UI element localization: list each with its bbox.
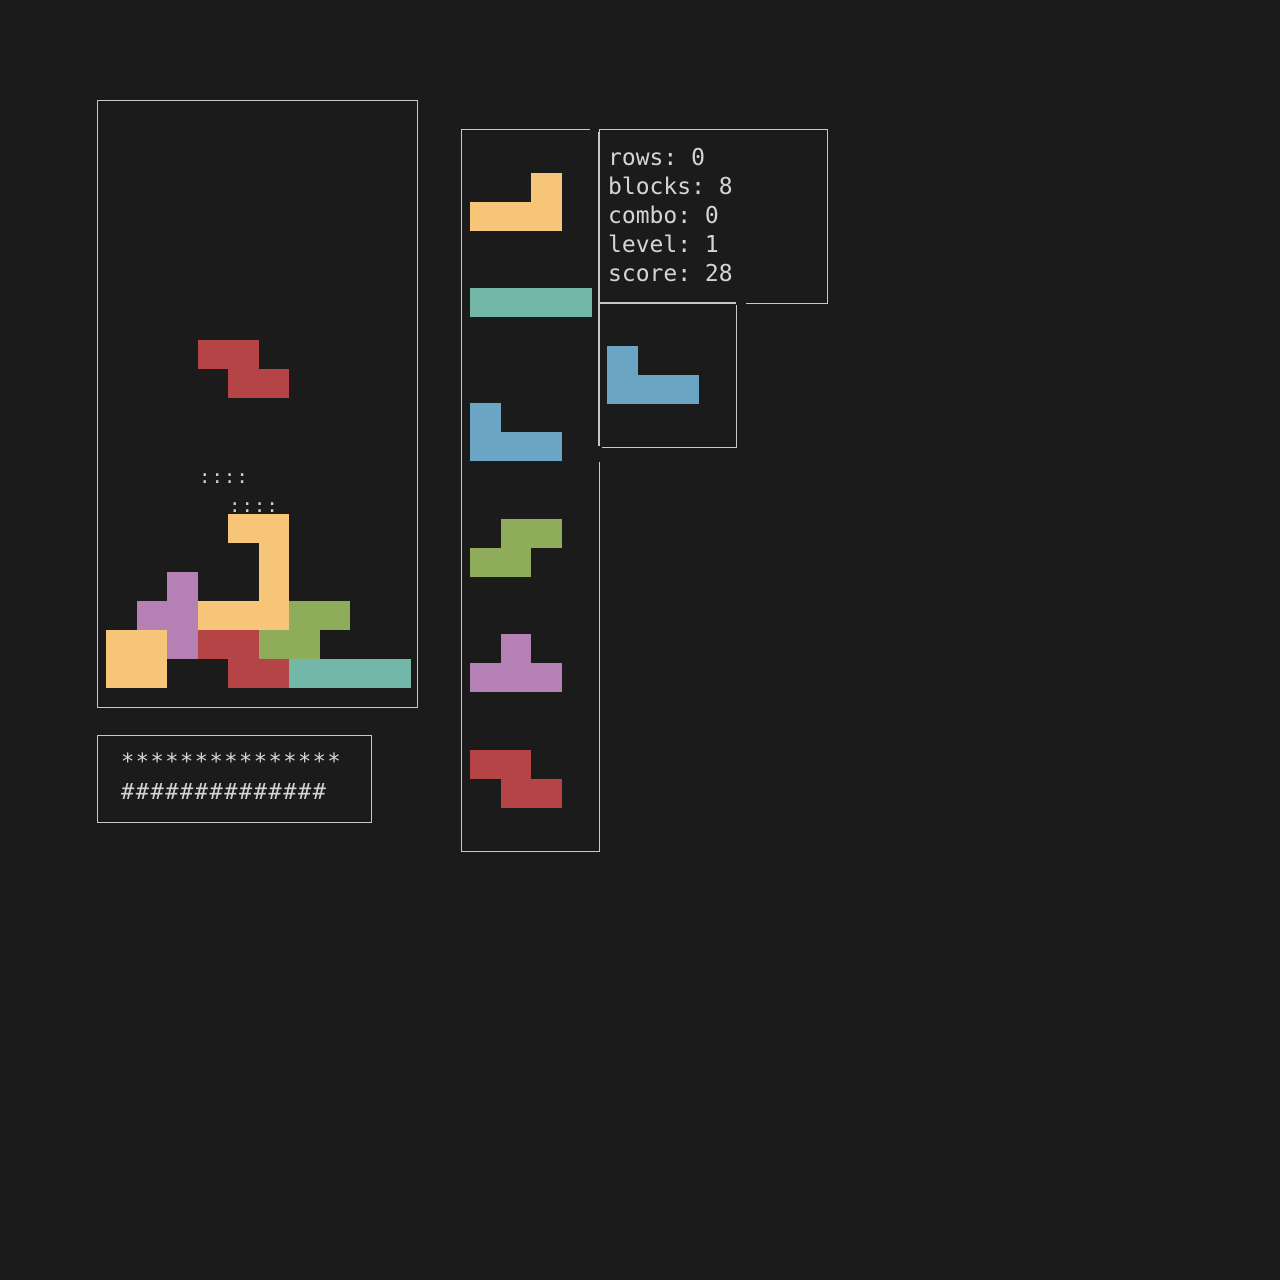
hold-j-tetromino-block-j xyxy=(607,375,638,404)
board-block-z xyxy=(197,630,228,659)
queue-j-tetromino-block-j xyxy=(531,432,562,461)
queue-s-tetromino-block-s xyxy=(500,519,531,548)
meter-line-1: *************** xyxy=(121,750,343,775)
board-block-l xyxy=(258,572,289,601)
queue-t-tetromino-block-t xyxy=(500,634,531,663)
ghost-marker: :::: xyxy=(199,466,249,488)
board-block-i xyxy=(289,659,320,688)
board-block-s xyxy=(289,601,320,630)
board-block-t xyxy=(167,601,198,630)
stat-level: level: 1 xyxy=(608,232,719,258)
board-block-i xyxy=(380,659,411,688)
queue-l-tetromino-block-l xyxy=(531,202,562,231)
queue-s-tetromino-block-s xyxy=(470,548,501,577)
board-block-i xyxy=(350,659,381,688)
ghost-marker: :::: xyxy=(229,495,279,517)
board-block-l xyxy=(258,543,289,572)
board-block-t xyxy=(136,601,167,630)
board-block-o xyxy=(136,630,167,659)
border-gap xyxy=(736,300,746,305)
hold-j-tetromino-block-j xyxy=(668,375,699,404)
queue-t-tetromino-block-t xyxy=(500,663,531,692)
stat-rows: rows: 0 xyxy=(608,145,705,171)
queue-l-tetromino-block-l xyxy=(531,173,562,202)
queue-s-tetromino-block-s xyxy=(500,548,531,577)
queue-z-tetromino-block-z xyxy=(500,779,531,808)
board-block-z xyxy=(258,659,289,688)
queue-t-tetromino-block-t xyxy=(470,663,501,692)
stat-blocks: blocks: 8 xyxy=(608,174,733,200)
queue-i-tetromino-block-i xyxy=(500,288,531,317)
queue-l-tetromino-block-l xyxy=(470,202,501,231)
stat-score: score: 28 xyxy=(608,261,733,287)
board-block-s xyxy=(289,630,320,659)
next-queue-panel xyxy=(461,129,600,852)
board-block-o xyxy=(106,659,137,688)
board-block-z xyxy=(197,340,228,369)
queue-z-tetromino-block-z xyxy=(470,750,501,779)
queue-l-tetromino-block-l xyxy=(500,202,531,231)
garbage-meter xyxy=(97,735,372,823)
queue-j-tetromino-block-j xyxy=(500,432,531,461)
board-block-l xyxy=(228,601,259,630)
queue-j-tetromino-block-j xyxy=(470,403,501,432)
queue-i-tetromino-block-i xyxy=(470,288,501,317)
board-block-s xyxy=(258,630,289,659)
queue-j-tetromino-block-j xyxy=(470,432,501,461)
board-block-s xyxy=(319,601,350,630)
queue-z-tetromino-block-z xyxy=(531,779,562,808)
board-block-t xyxy=(167,630,198,659)
board-block-i xyxy=(319,659,350,688)
board-block-l xyxy=(197,601,228,630)
stat-combo: combo: 0 xyxy=(608,203,719,229)
board-block-z xyxy=(228,659,259,688)
board-block-z xyxy=(228,340,259,369)
board-block-l xyxy=(258,601,289,630)
board-block-l xyxy=(228,514,259,543)
board-block-z xyxy=(228,630,259,659)
hold-j-tetromino-block-j xyxy=(637,375,668,404)
border-gap xyxy=(597,446,602,462)
board-block-l xyxy=(258,514,289,543)
board-block-t xyxy=(167,572,198,601)
queue-t-tetromino-block-t xyxy=(531,663,562,692)
board-block-o xyxy=(106,630,137,659)
queue-s-tetromino-block-s xyxy=(531,519,562,548)
queue-i-tetromino-block-i xyxy=(531,288,562,317)
board-block-z xyxy=(258,369,289,398)
board-block-z xyxy=(228,369,259,398)
meter-line-2: ############## xyxy=(121,780,328,805)
queue-z-tetromino-block-z xyxy=(500,750,531,779)
border-gap xyxy=(590,128,599,132)
queue-i-tetromino-block-i xyxy=(561,288,592,317)
board-block-o xyxy=(136,659,167,688)
hold-j-tetromino-block-j xyxy=(607,346,638,375)
